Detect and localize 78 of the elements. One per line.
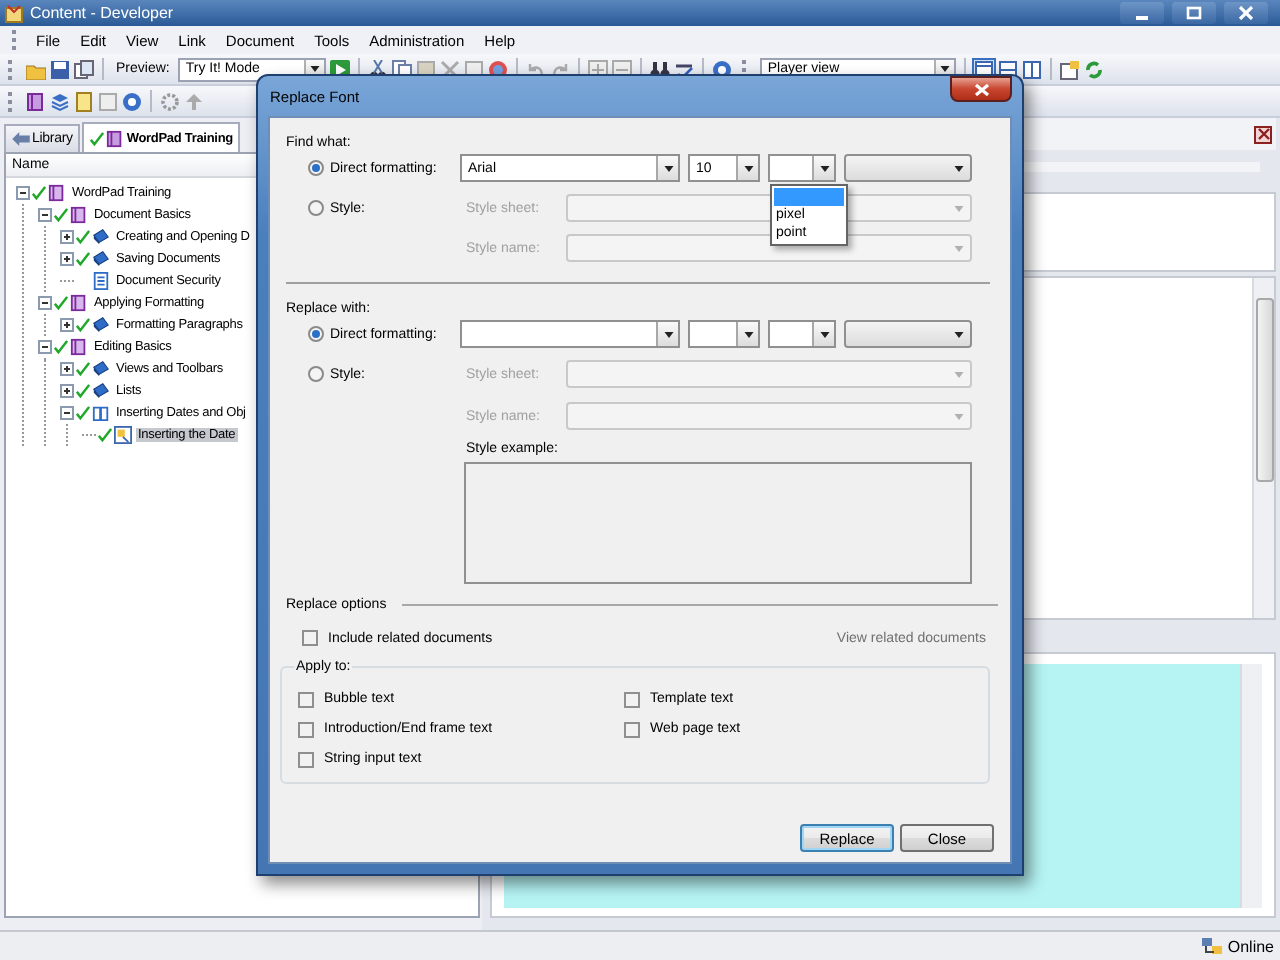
- open-book-icon: [92, 404, 110, 422]
- window-title: Content - Developer: [30, 4, 174, 22]
- color-dropdown[interactable]: [844, 320, 972, 348]
- expand-icon[interactable]: [60, 362, 74, 376]
- book-icon: [70, 206, 88, 224]
- connection-status: Online: [1227, 937, 1274, 955]
- expand-icon[interactable]: [60, 318, 74, 332]
- network-icon: [1199, 936, 1224, 956]
- book-icon[interactable]: [26, 91, 46, 111]
- page-icon[interactable]: [74, 91, 94, 111]
- spellcheck-icon[interactable]: [673, 59, 694, 79]
- book-icon: [48, 184, 66, 202]
- help-icon[interactable]: [122, 91, 142, 111]
- minimize-button[interactable]: [1120, 2, 1164, 24]
- maximize-icon: [1186, 6, 1202, 20]
- scissors-icon[interactable]: [367, 59, 388, 79]
- dropdown-arrow-icon: [954, 245, 964, 251]
- save-icon[interactable]: [50, 59, 70, 79]
- book-icon: [92, 360, 110, 378]
- dropdown-arrow-icon: [663, 165, 673, 171]
- topic-icon: [114, 426, 132, 444]
- unit-dropdown[interactable]: [768, 154, 836, 182]
- close-icon: [1238, 6, 1254, 20]
- close-button[interactable]: [950, 76, 1012, 102]
- book-icon: [70, 338, 88, 356]
- dropdown-arrow-icon: [309, 66, 320, 72]
- book-icon: [106, 129, 125, 147]
- expand-icon[interactable]: [60, 384, 74, 398]
- folder-icon[interactable]: [26, 59, 46, 79]
- dropdown-arrow-icon: [939, 66, 950, 72]
- maximize-button[interactable]: [1172, 2, 1216, 24]
- book-icon: [92, 382, 110, 400]
- dropdown-arrow-icon: [743, 165, 753, 171]
- dropdown-arrow-icon: [819, 165, 829, 171]
- frame-icon[interactable]: [463, 59, 484, 79]
- expand-icon[interactable]: [60, 252, 74, 266]
- dropdown-arrow-icon: [954, 371, 964, 377]
- document-icon: [92, 272, 110, 290]
- close-button[interactable]: [1224, 2, 1268, 24]
- dropdown-arrow-icon: [954, 205, 964, 211]
- check-icon: [90, 131, 105, 145]
- rows-icon[interactable]: [997, 59, 1018, 79]
- book-icon: [92, 316, 110, 334]
- expand-icon[interactable]: [60, 230, 74, 244]
- book-icon: [92, 228, 110, 246]
- library-icon: [12, 132, 30, 146]
- pages-icon[interactable]: [74, 59, 94, 79]
- scrollbar[interactable]: [1252, 278, 1274, 618]
- size-dropdown[interactable]: [688, 320, 760, 348]
- gear-icon[interactable]: [160, 91, 180, 111]
- close-icon: [973, 83, 989, 95]
- dropdown-arrow-icon: [954, 413, 964, 419]
- properties-icon[interactable]: [1059, 59, 1080, 79]
- collapse-icon[interactable]: [38, 208, 52, 222]
- undo-icon[interactable]: [525, 59, 546, 79]
- unit-dropdown[interactable]: [768, 320, 836, 348]
- dropdown-arrow-icon: [743, 331, 753, 337]
- collapse-icon[interactable]: [60, 406, 74, 420]
- dropdown-arrow-icon: [954, 331, 964, 337]
- scrollbar[interactable]: [1240, 664, 1262, 908]
- collapse-icon[interactable]: [38, 296, 52, 310]
- book-icon: [92, 250, 110, 268]
- font-dropdown[interactable]: [460, 320, 680, 348]
- app-icon: [4, 3, 24, 23]
- book-icon: [70, 294, 88, 312]
- collapse-icon[interactable]: [16, 186, 30, 200]
- stack-icon[interactable]: [50, 91, 70, 111]
- dropdown-arrow-icon: [819, 331, 829, 337]
- close-button[interactable]: [1254, 125, 1272, 143]
- dropdown-arrow-icon: [954, 165, 964, 171]
- columns-icon[interactable]: [1021, 59, 1042, 79]
- collapse-icon[interactable]: [38, 340, 52, 354]
- color-dropdown[interactable]: [844, 154, 972, 182]
- close-icon: [1257, 128, 1269, 140]
- redo-icon[interactable]: [549, 59, 570, 79]
- dropdown-arrow-icon: [663, 331, 673, 337]
- refresh-icon[interactable]: [1083, 59, 1104, 79]
- copy-icon[interactable]: [391, 59, 412, 79]
